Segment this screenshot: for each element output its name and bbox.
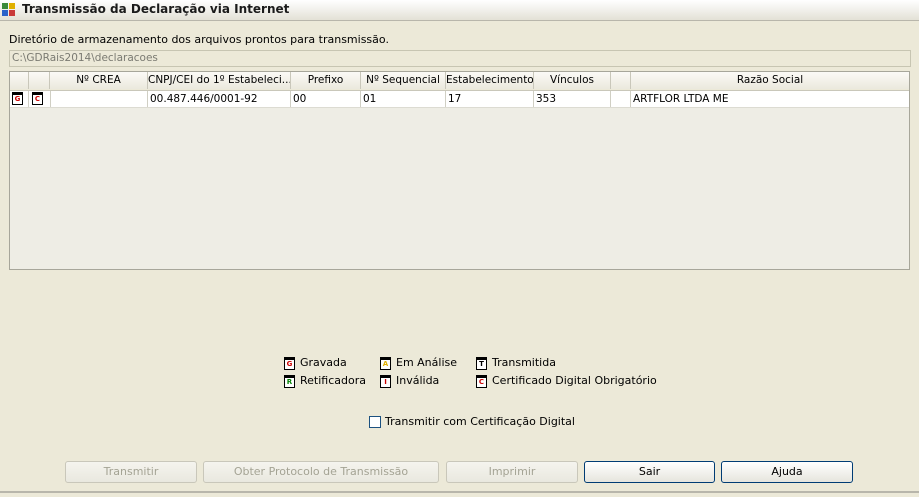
gravada-status-icon: G [12, 92, 23, 105]
status-cell-1[interactable]: G [10, 91, 29, 107]
certificacao-digital-label[interactable]: Transmitir com Certificação Digital [385, 415, 575, 428]
header-vinculos[interactable]: Vínculos [534, 72, 611, 89]
directory-label: Diretório de armazenamento dos arquivos … [9, 33, 389, 46]
certificado-icon: C [476, 375, 487, 388]
transmitir-button[interactable]: Transmitir [65, 461, 197, 483]
header-estabelecimentos[interactable]: Estabelecimentos [446, 72, 534, 89]
declarations-table[interactable]: Nº CREA CNPJ/CEI do 1º Estabeleci... Pre… [9, 71, 910, 270]
invalida-icon: I [380, 375, 391, 388]
ajuda-button[interactable]: Ajuda [721, 461, 853, 483]
cell-estabelecimentos: 17 [446, 91, 534, 107]
title-bar: Transmissão da Declaração via Internet [0, 0, 919, 21]
status-cell-2[interactable]: C [29, 91, 51, 107]
cell-cnpj: 00.487.446/0001-92 [148, 91, 291, 107]
cell-razao-social: ARTFLOR LTDA ME [633, 93, 729, 105]
legend-em-analise-label: Em Análise [396, 356, 458, 369]
retificadora-icon: R [284, 375, 295, 388]
legend-transmitida-label: Transmitida [492, 356, 556, 369]
header-crea[interactable]: Nº CREA [50, 72, 148, 89]
gravada-icon: G [284, 357, 295, 370]
header-blank [611, 72, 631, 89]
header-prefixo[interactable]: Prefixo [291, 72, 361, 89]
legend-certificado-label: Certificado Digital Obrigatório [492, 374, 657, 387]
legend-invalida-label: Inválida [396, 374, 440, 387]
em-analise-icon: A [380, 357, 391, 370]
header-status-2 [29, 72, 50, 89]
legend-retificadora-label: Retificadora [300, 374, 366, 387]
directory-path-field[interactable]: C:\GDRais2014\declaracoes [9, 50, 911, 67]
certificacao-digital-checkbox[interactable] [369, 416, 381, 428]
window-title: Transmissão da Declaração via Internet [22, 2, 290, 16]
cell-prefixo: 00 [291, 91, 361, 107]
cell-crea [50, 91, 148, 107]
cell-blank [611, 91, 631, 107]
header-razao-social[interactable]: Razão Social [631, 72, 909, 89]
cell-vinculos: 353 [534, 91, 611, 107]
transmitida-icon: T [476, 357, 487, 370]
app-icon [2, 3, 16, 17]
header-sequencial[interactable]: Nº Sequencial [361, 72, 446, 89]
imprimir-button[interactable]: Imprimir [446, 461, 578, 483]
cell-sequencial: 01 [361, 91, 446, 107]
obter-protocolo-button[interactable]: Obter Protocolo de Transmissão [203, 461, 439, 483]
bottom-divider [0, 491, 919, 493]
table-row[interactable]: G C 00.487.446/0001-92 00 01 17 353 ARTF… [10, 91, 909, 108]
header-cnpj[interactable]: CNPJ/CEI do 1º Estabeleci... [148, 72, 291, 89]
header-status-1 [10, 72, 29, 89]
certificado-status-icon: C [32, 92, 43, 105]
legend-gravada-label: Gravada [300, 356, 347, 369]
sair-button[interactable]: Sair [584, 461, 715, 483]
table-header: Nº CREA CNPJ/CEI do 1º Estabeleci... Pre… [10, 72, 909, 91]
